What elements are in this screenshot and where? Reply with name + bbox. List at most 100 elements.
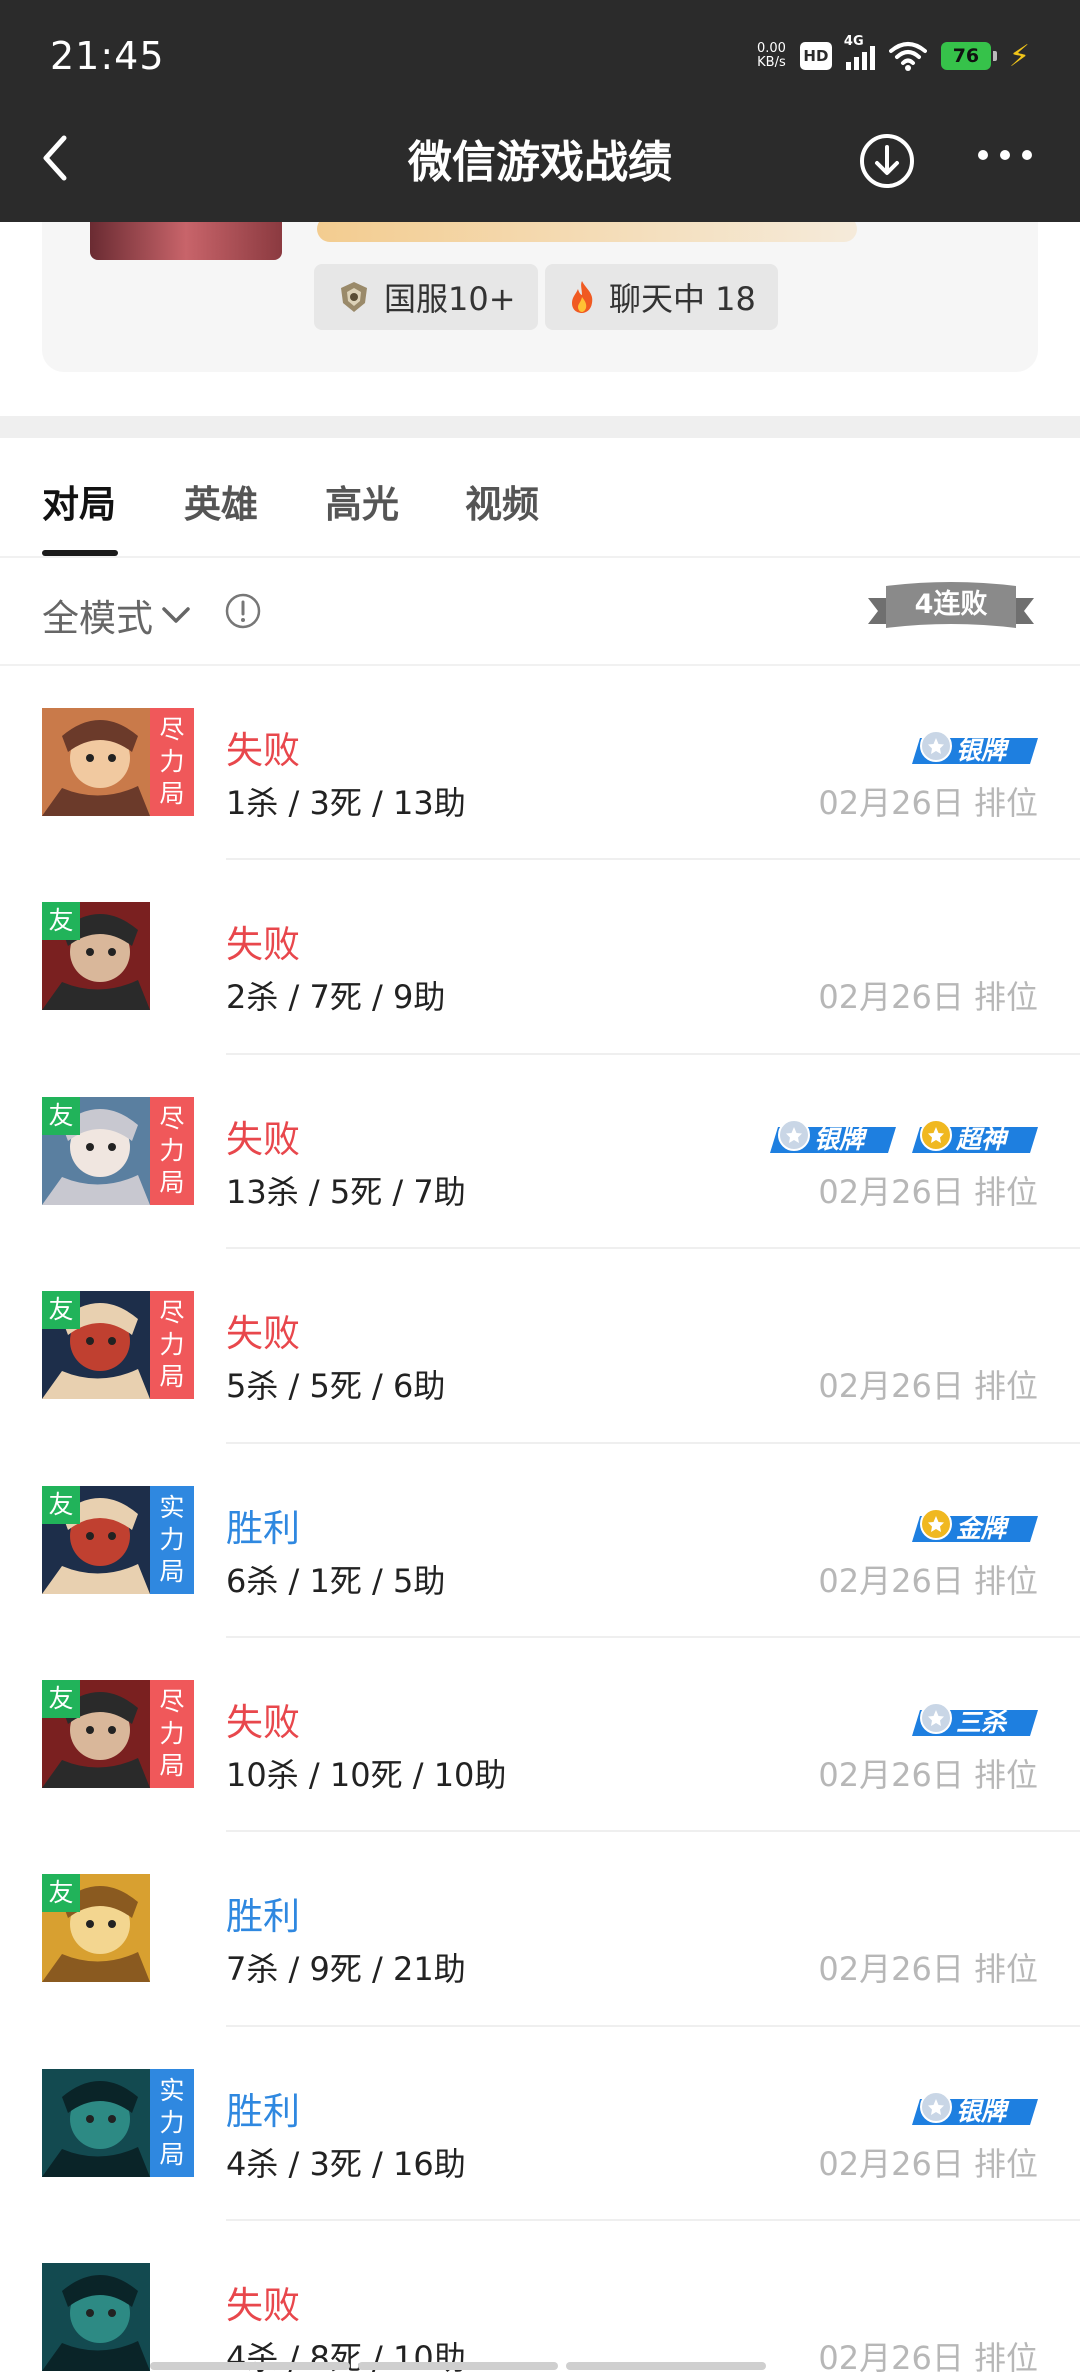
download-icon[interactable] — [858, 132, 916, 190]
hero-avatar: 友 — [42, 1291, 150, 1400]
friend-tag: 友 — [42, 1485, 80, 1524]
rank-chip[interactable]: 国服10+ — [314, 264, 538, 330]
hero-avatar — [42, 2068, 150, 2177]
tab-heroes[interactable]: 英雄 — [184, 474, 258, 528]
match-quality-char: 力 — [159, 2107, 185, 2137]
medal-badge: 银牌 — [768, 1117, 896, 1157]
medal-badge: 超神 — [910, 1117, 1038, 1157]
medal-label: 银牌 — [956, 2096, 1007, 2126]
match-row[interactable]: 实力局胜利 4杀 / 3死 / 16助 02月26日 排位 银牌 — [0, 2027, 1080, 2222]
medal-label: 银牌 — [956, 736, 1007, 765]
medal-badge: 银牌 — [910, 2089, 1038, 2129]
match-result: 胜利 — [226, 2089, 300, 2133]
friend-tag: 友 — [42, 1291, 80, 1330]
match-kda: 2杀 / 7死 / 9助 — [226, 978, 446, 1017]
rank-chip-label: 国服10+ — [384, 280, 516, 318]
signal-icon: 4G — [844, 34, 875, 70]
hero-avatar: 友 — [42, 1096, 150, 1205]
match-quality-tag: 实力局 — [150, 2068, 194, 2177]
tab-matches[interactable]: 对局 — [42, 474, 116, 528]
match-row[interactable]: 友失败 2杀 / 7死 / 9助 02月26日 排位 — [0, 860, 1080, 1055]
match-quality-char: 实 — [159, 1492, 185, 1522]
more-options-icon[interactable] — [978, 150, 1032, 170]
match-quality-char: 力 — [159, 747, 185, 776]
match-quality-char: 实 — [159, 2075, 185, 2105]
match-kda: 4杀 / 3死 / 16助 — [226, 2144, 466, 2183]
page-title: 微信游戏战绩 — [408, 137, 672, 188]
match-result: 胜利 — [226, 1506, 300, 1550]
match-quality-char: 局 — [159, 779, 185, 808]
match-row[interactable]: 友尽力局失败 13杀 / 5死 / 7助 02月26日 排位 银牌 超神 — [0, 1055, 1080, 1250]
badge-group: 银牌 — [910, 728, 1038, 768]
hero-avatar: 友 — [42, 902, 150, 1011]
match-result: 失败 — [226, 1700, 300, 1744]
match-row[interactable]: 友实力局胜利 6杀 / 1死 / 5助 02月26日 排位 金牌 — [0, 1444, 1080, 1638]
charging-icon: ⚡ — [1008, 38, 1030, 74]
match-kda: 13杀 / 5死 / 7助 — [226, 1172, 466, 1211]
match-quality-char: 局 — [159, 1362, 185, 1392]
match-quality-tag: 尽力局 — [150, 1096, 194, 1205]
hero-portrait — [42, 2068, 150, 2177]
match-quality-tag: 实力局 — [150, 1485, 194, 1594]
medal-badge: 金牌 — [910, 1506, 1038, 1546]
hero-avatar: 友 — [42, 1485, 150, 1594]
match-row[interactable]: 尽力局失败 1杀 / 3死 / 13助 02月26日 排位 银牌 — [0, 666, 1080, 861]
match-date-mode: 02月26日 排位 — [818, 978, 1038, 1017]
network-speed-value: 0.00 — [756, 41, 786, 56]
medal-label: 银牌 — [814, 1124, 865, 1154]
battery-icon: 76 — [940, 42, 997, 70]
rank-emblem-icon — [341, 282, 367, 312]
profile-avatar — [90, 222, 282, 260]
match-date-mode: 02月26日 排位 — [818, 1950, 1038, 1989]
medal-label: 超神 — [956, 1124, 1007, 1154]
match-date-mode: 02月26日 排位 — [818, 1172, 1038, 1211]
match-quality-char: 力 — [159, 1718, 185, 1748]
signal-label: 4G — [843, 34, 864, 49]
info-icon[interactable] — [224, 592, 262, 630]
match-kda: 6杀 / 1死 / 5助 — [226, 1561, 446, 1600]
match-result: 失败 — [226, 729, 300, 772]
match-row[interactable]: 友尽力局失败 10杀 / 10死 / 10助 02月26日 排位 三杀 — [0, 1638, 1080, 1833]
match-result: 失败 — [226, 1312, 300, 1356]
section-divider — [0, 416, 1080, 438]
status-icons: 0.00 KB/s HD 4G 76 ⚡ — [756, 34, 1030, 76]
match-kda: 5杀 / 5死 / 6助 — [226, 1367, 446, 1406]
tab-indicator — [42, 550, 118, 556]
match-row[interactable]: 失败 4杀 / 8死 / 10助 02月26日 排位 — [0, 2221, 1080, 2376]
match-row[interactable]: 友胜利 7杀 / 9死 / 21助 02月26日 排位 — [0, 1832, 1080, 2027]
network-speed-unit: KB/s — [757, 55, 786, 70]
friend-tag: 友 — [42, 1096, 80, 1135]
hero-avatar — [42, 708, 150, 816]
match-quality-tag: 尽力局 — [150, 1291, 194, 1400]
scroll-indicator — [0, 2362, 1080, 2376]
tab-videos[interactable]: 视频 — [465, 474, 539, 528]
mode-dropdown[interactable]: 全模式 — [42, 588, 191, 642]
match-result: 胜利 — [226, 1895, 300, 1939]
fire-icon — [572, 281, 593, 313]
hero-avatar — [42, 2263, 150, 2372]
match-row[interactable]: 友尽力局失败 5杀 / 5死 / 6助 02月26日 排位 — [0, 1249, 1080, 1444]
match-quality-char: 力 — [159, 1524, 185, 1554]
chevron-down-icon — [162, 607, 190, 623]
wifi-icon — [888, 42, 927, 71]
tab-bar: 对局 英雄 高光 视频 — [0, 438, 1080, 558]
chat-chip-label: 聊天中 18 — [609, 280, 756, 318]
profile-card: 国服10+ 聊天中 18 — [42, 222, 1038, 372]
match-quality-char: 局 — [159, 1750, 185, 1780]
medal-label: 三杀 — [956, 1707, 1007, 1737]
badge-group: 银牌 超神 — [768, 1117, 1038, 1157]
hero-portrait — [42, 2263, 150, 2372]
hero-portrait — [42, 708, 150, 816]
friend-tag: 友 — [42, 902, 80, 941]
friend-tag: 友 — [42, 1679, 80, 1718]
match-quality-char: 尽 — [159, 1686, 185, 1716]
hd-icon: HD — [799, 42, 832, 70]
filter-row: 全模式 4连败 — [0, 558, 1080, 666]
match-quality-char: 局 — [159, 1556, 185, 1586]
tab-highlights[interactable]: 高光 — [325, 474, 399, 528]
chat-chip[interactable]: 聊天中 18 — [545, 264, 778, 330]
match-quality-char: 局 — [159, 1167, 185, 1197]
mode-dropdown-label: 全模式 — [42, 597, 153, 640]
medal-label: 金牌 — [956, 1513, 1007, 1543]
top-bar: 21:45 0.00 KB/s HD 4G 76 ⚡ 微信游戏战绩 — [0, 0, 1080, 222]
